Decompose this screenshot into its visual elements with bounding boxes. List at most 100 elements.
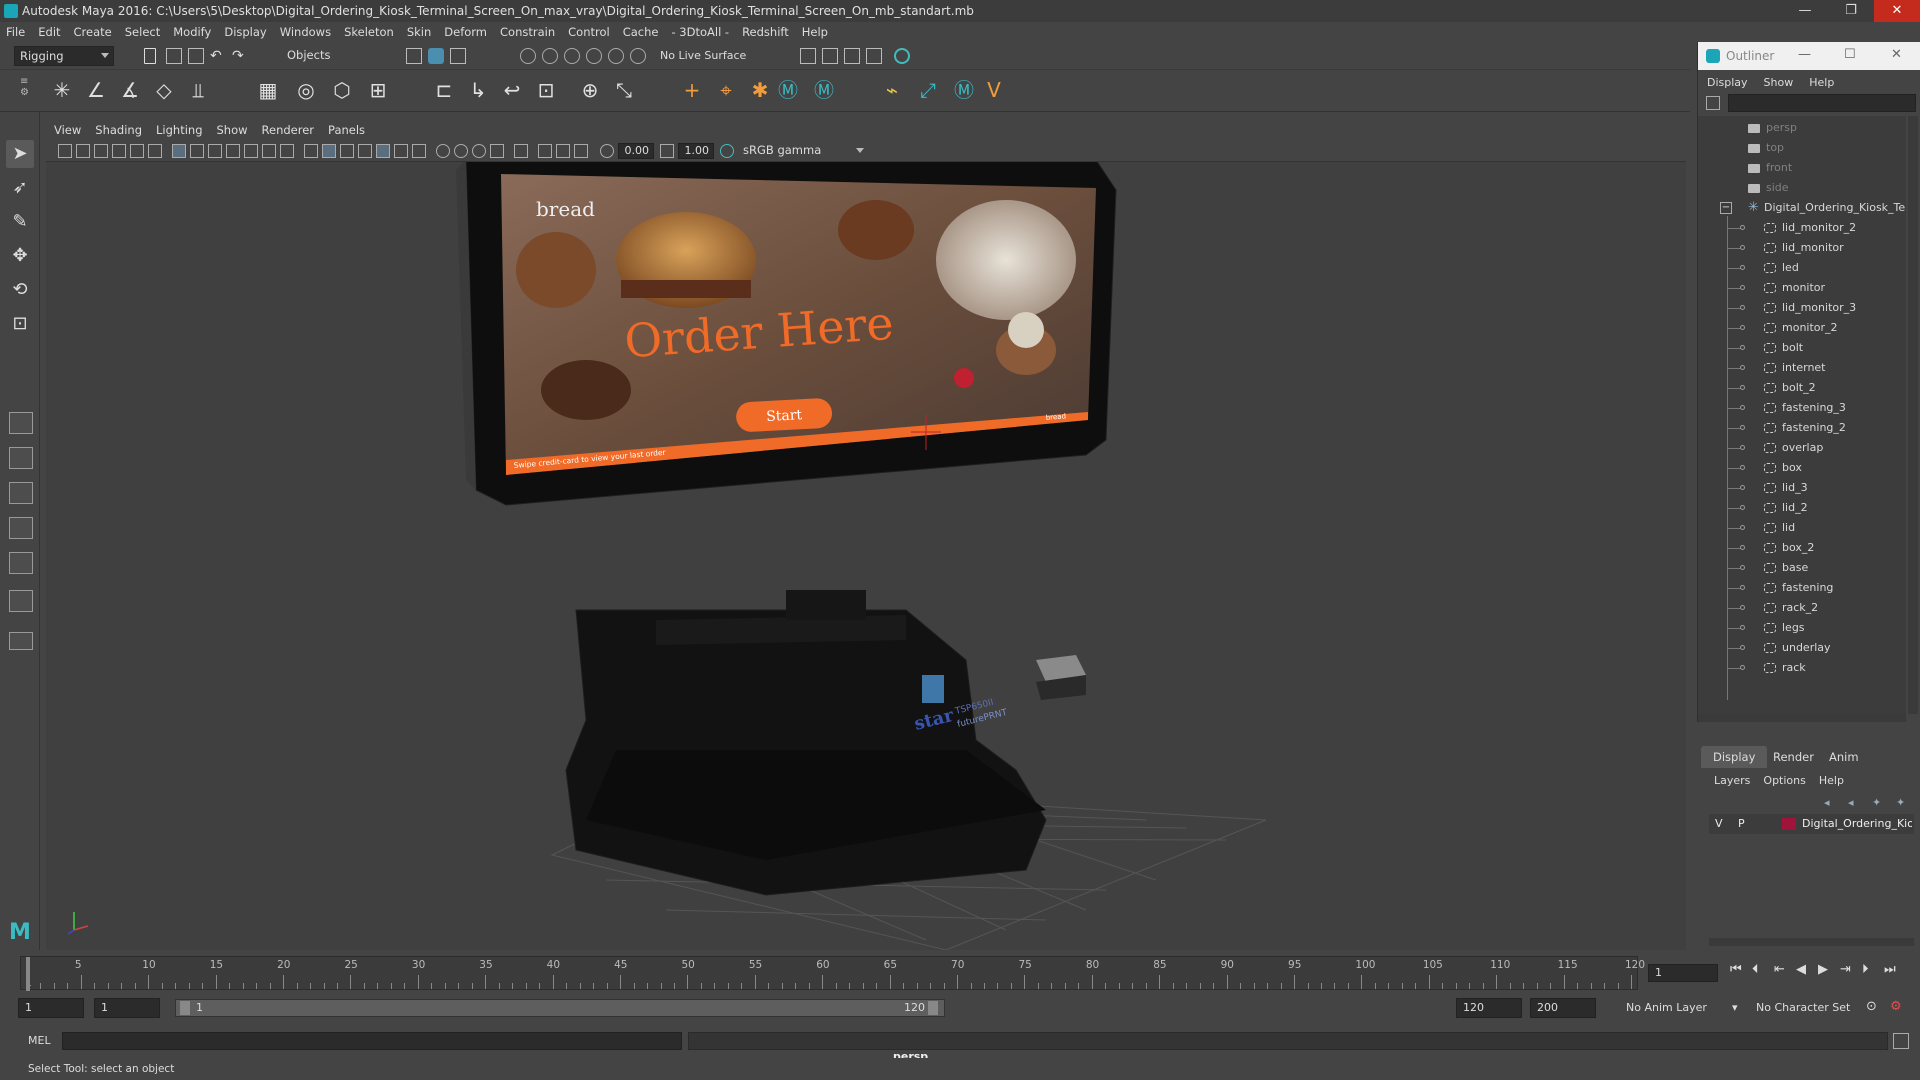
outliner-item-fastening[interactable]: fastening — [1698, 578, 1906, 598]
minimize-button[interactable]: — — [1782, 0, 1828, 22]
outliner-maximize-button[interactable]: ☐ — [1844, 47, 1856, 62]
motion-blur-icon[interactable] — [454, 144, 468, 158]
play-forward-icon[interactable]: ▶ — [1818, 962, 1828, 977]
shadows-icon[interactable] — [412, 144, 426, 158]
render-frame-icon[interactable] — [800, 48, 816, 64]
default-material-icon[interactable] — [340, 144, 354, 158]
menu-create[interactable]: Create — [74, 25, 112, 39]
new-scene-icon[interactable] — [144, 48, 156, 64]
safe-title-icon[interactable] — [280, 144, 294, 158]
select-object-icon[interactable] — [428, 48, 444, 64]
snap-surface-icon[interactable] — [608, 48, 624, 64]
vpmenu-lighting[interactable]: Lighting — [156, 123, 202, 137]
vray-icon[interactable]: V — [982, 78, 1006, 102]
anim-layer-dropdown[interactable]: No Anim Layer — [1626, 1001, 1707, 1014]
outliner-item-top[interactable]: top — [1698, 138, 1906, 158]
scene-start-field[interactable]: 1 — [18, 998, 84, 1018]
sculpt-icon[interactable]: ⊡ — [534, 78, 558, 102]
orient-joint-icon[interactable]: ⫫ — [186, 78, 210, 102]
tab-display[interactable]: Display — [1701, 746, 1768, 768]
layer-menu-layers[interactable]: Layers — [1714, 774, 1750, 787]
preferences-icon[interactable]: ⚙ — [1890, 999, 1902, 1014]
wireframe-on-shaded-icon[interactable] — [358, 144, 372, 158]
hypershade-icon[interactable] — [866, 48, 882, 64]
safe-action-icon[interactable] — [262, 144, 276, 158]
snap-grid-icon[interactable] — [520, 48, 536, 64]
outliner-minimize-button[interactable]: — — [1798, 47, 1811, 62]
live-surface-label[interactable]: No Live Surface — [660, 49, 746, 62]
outliner-item-persp[interactable]: persp — [1698, 118, 1906, 138]
menu-redshift[interactable]: Redshift — [742, 25, 789, 39]
paint-select-icon[interactable]: ✎ — [6, 208, 34, 236]
grid-icon[interactable] — [172, 144, 186, 158]
layout-menu-icon[interactable] — [9, 632, 33, 650]
outliner-item-fastening-2[interactable]: fastening_2 — [1698, 418, 1906, 438]
outliner-item-fastening-3[interactable]: fastening_3 — [1698, 398, 1906, 418]
step-back-icon[interactable]: ⏴ — [1752, 962, 1759, 977]
save-scene-icon[interactable] — [188, 48, 204, 64]
bookmark-icon[interactable] — [94, 144, 108, 158]
gate-mask-icon[interactable] — [226, 144, 240, 158]
menu-deform[interactable]: Deform — [444, 25, 487, 39]
vpmenu-panels[interactable]: Panels — [328, 123, 365, 137]
snap-magnet-icon[interactable] — [630, 48, 646, 64]
script-editor-icon[interactable] — [1893, 1033, 1909, 1049]
menu-help[interactable]: Help — [802, 25, 828, 39]
redshift-render-icon[interactable] — [894, 48, 910, 64]
outliner-item-internet[interactable]: internet — [1698, 358, 1906, 378]
vpmenu-view[interactable]: View — [54, 123, 81, 137]
selection-mode-dropdown[interactable]: Objects — [282, 46, 378, 66]
outliner-menu-help[interactable]: Help — [1809, 76, 1834, 89]
move-layer-down-icon[interactable]: ◂ — [1848, 796, 1854, 809]
textured-icon[interactable] — [376, 144, 390, 158]
mode-dropdown[interactable]: Rigging — [14, 46, 114, 66]
rotate-tool-icon[interactable]: ⟲ — [6, 276, 34, 304]
outliner-item-lid-monitor[interactable]: lid_monitor — [1698, 238, 1906, 258]
menu-cache[interactable]: Cache — [623, 25, 659, 39]
paint-weights-icon[interactable]: ⬡ — [330, 78, 354, 102]
four-view-icon[interactable] — [9, 447, 33, 469]
resolution-gate-icon[interactable] — [208, 144, 222, 158]
xray-icon[interactable] — [538, 144, 552, 158]
layer-color-swatch[interactable] — [1782, 818, 1796, 830]
outliner-hscrollbar[interactable] — [1698, 714, 1906, 722]
orient-constraint-icon[interactable]: ✱ — [748, 78, 772, 102]
camera-attr-icon[interactable] — [76, 144, 90, 158]
single-perspective-icon[interactable] — [9, 412, 33, 434]
outliner-item-side[interactable]: side — [1698, 178, 1906, 198]
xray-components-icon[interactable] — [574, 144, 588, 158]
maximize-button[interactable]: ❐ — [1828, 0, 1874, 22]
outliner-item-led[interactable]: led — [1698, 258, 1906, 278]
move-layer-up-icon[interactable]: ◂ — [1824, 796, 1830, 809]
outliner-menu-display[interactable]: Display — [1707, 76, 1748, 89]
outliner-item-monitor-2[interactable]: monitor_2 — [1698, 318, 1906, 338]
undo-icon[interactable]: ↶ — [210, 48, 226, 64]
outliner-item-underlay[interactable]: underlay — [1698, 638, 1906, 658]
lights-icon[interactable] — [394, 144, 408, 158]
persp-outliner-icon[interactable] — [9, 482, 33, 504]
exposure-field[interactable]: 0.00 — [618, 143, 654, 159]
mel-input[interactable] — [62, 1032, 682, 1050]
menu-control[interactable]: Control — [568, 25, 610, 39]
chevron-down-icon[interactable]: ▾ — [1732, 1001, 1738, 1014]
outliner-item-rack-2[interactable]: rack_2 — [1698, 598, 1906, 618]
persp-graph-icon[interactable] — [9, 517, 33, 539]
joint-tool-icon[interactable]: ✳ — [50, 78, 74, 102]
color-space-dropdown[interactable]: sRGB gamma — [738, 142, 868, 160]
mel-label[interactable]: MEL — [28, 1034, 51, 1047]
outliner-item-root[interactable]: − ✳ Digital_Ordering_Kiosk_Terminal — [1698, 198, 1906, 218]
new-layer-selected-icon[interactable]: ✦ — [1896, 796, 1905, 809]
image-plane-icon[interactable] — [112, 144, 126, 158]
move-tool-icon[interactable]: ✥ — [6, 242, 34, 270]
menu-edit[interactable]: Edit — [38, 25, 60, 39]
hik-control-icon[interactable]: Ⓜ — [812, 78, 836, 102]
step-forward-icon[interactable]: ⏵ — [1862, 962, 1869, 977]
layer-visibility-toggle[interactable]: V — [1715, 817, 1723, 830]
outliner-item-overlap[interactable]: overlap — [1698, 438, 1906, 458]
menu-file[interactable]: File — [6, 25, 25, 39]
smooth-shade-icon[interactable] — [322, 144, 336, 158]
smooth-bind-icon[interactable]: ◎ — [294, 78, 318, 102]
ik-handle-icon[interactable]: ∠ — [84, 78, 108, 102]
outliner-item-box-2[interactable]: box_2 — [1698, 538, 1906, 558]
layer-playback-toggle[interactable]: P — [1738, 817, 1745, 830]
